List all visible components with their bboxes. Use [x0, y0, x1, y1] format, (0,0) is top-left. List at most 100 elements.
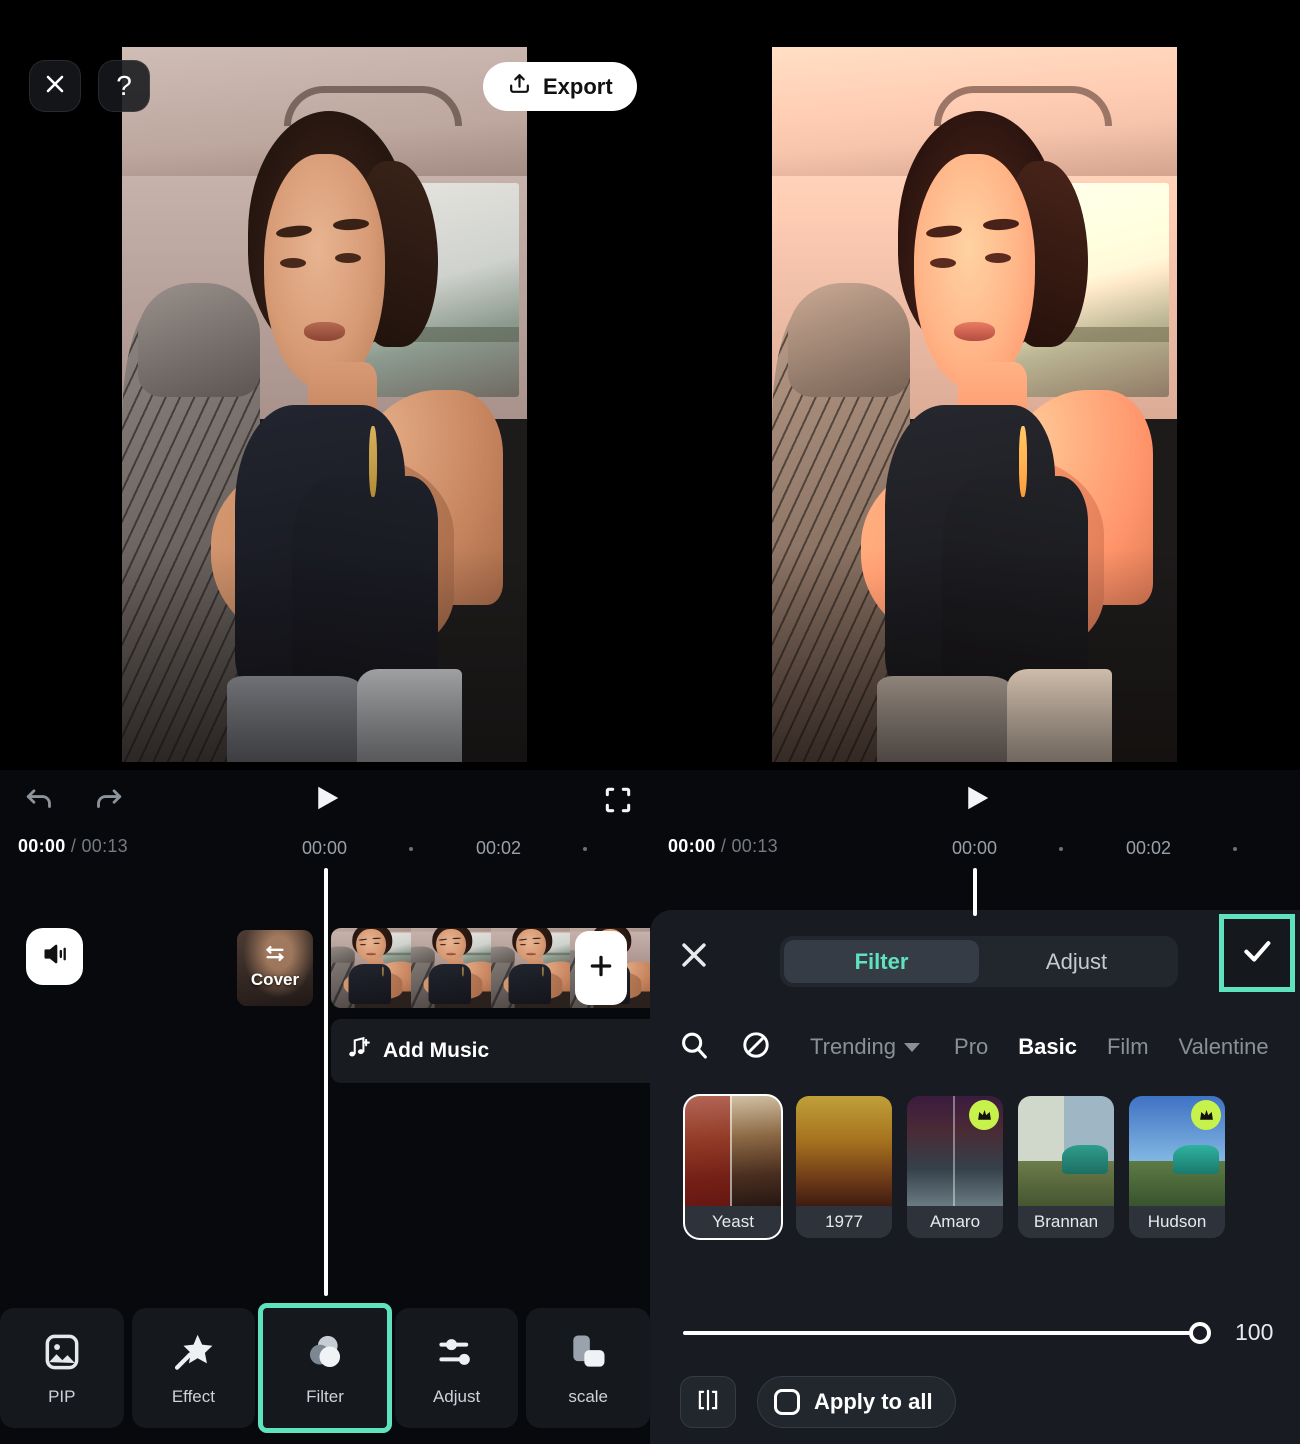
volume-button[interactable] [26, 928, 83, 985]
video-frame-filtered [772, 47, 1177, 762]
tool-label: scale [568, 1387, 609, 1406]
tool-label: Filter [306, 1387, 344, 1406]
redo-button[interactable] [90, 781, 124, 820]
search-button[interactable] [678, 1029, 710, 1066]
category-basic[interactable]: Basic [1018, 1034, 1077, 1060]
undo-icon [24, 789, 58, 819]
filter-name: Hudson [1129, 1206, 1225, 1238]
slider-track[interactable] [683, 1331, 1201, 1335]
timeline-ruler-left[interactable]: 00:00 / 00:13 00:00 00:02 [0, 836, 650, 868]
music-note-icon [345, 1035, 371, 1067]
filter-card-1977[interactable]: 1977 [796, 1096, 892, 1238]
category-valentine[interactable]: Valentine [1179, 1034, 1269, 1060]
time-display-left: 00:00 / 00:13 [18, 836, 128, 856]
clip-frame [331, 928, 411, 1008]
category-film[interactable]: Film [1107, 1034, 1149, 1060]
filter-preview-image [1018, 1096, 1114, 1208]
tab-adjust[interactable]: Adjust [979, 940, 1174, 983]
filter-card-hudson[interactable]: Hudson [1129, 1096, 1225, 1238]
ruler-tick-dot [1059, 847, 1063, 851]
filter-name: Amaro [907, 1206, 1003, 1238]
tool-effect[interactable]: Effect [131, 1308, 256, 1428]
play-button-original[interactable] [312, 782, 342, 819]
ruler-tick-label: 00:02 [476, 838, 522, 858]
fullscreen-button[interactable] [602, 784, 634, 821]
filter-name: Brannan [1018, 1206, 1114, 1238]
filter-card-yeast[interactable]: Yeast [683, 1094, 783, 1240]
panel-tabs: Filter Adjust [780, 936, 1178, 987]
play-button-filtered[interactable] [962, 782, 992, 819]
tool-label: Adjust [432, 1387, 481, 1406]
filter-categories: Trending Pro Basic Film Valentine [650, 1018, 1300, 1076]
compare-button[interactable] [680, 1376, 736, 1428]
tool-pip[interactable]: PIP [0, 1308, 124, 1428]
ruler-tick-label: 00:00 [302, 838, 348, 858]
tool-filter[interactable]: Filter [258, 1303, 392, 1433]
filter-name: Yeast [685, 1206, 781, 1238]
export-label: Export [543, 73, 613, 99]
tab-filter[interactable]: Filter [784, 940, 979, 983]
filter-card-brannan[interactable]: Brannan [1018, 1096, 1114, 1238]
upload-icon [507, 71, 532, 102]
help-button[interactable]: ? [98, 60, 150, 112]
search-icon [678, 1029, 710, 1066]
category-label: Trending [810, 1034, 897, 1059]
add-clip-button[interactable] [575, 931, 627, 1005]
compare-split-icon [695, 1387, 721, 1418]
apply-to-all-checkbox[interactable] [774, 1389, 800, 1415]
no-filter-button[interactable] [740, 1029, 772, 1066]
filter-circles-icon [303, 1329, 347, 1375]
pro-crown-icon [1191, 1100, 1221, 1130]
filter-panel: Filter Adjust Trending Pro Basic Film Va… [650, 910, 1300, 1444]
apply-to-all-button[interactable]: Apply to all [757, 1376, 956, 1428]
pro-crown-icon [969, 1100, 999, 1130]
add-music-track[interactable]: Add Music [331, 1019, 650, 1083]
filter-card-amaro[interactable]: Amaro [907, 1096, 1003, 1238]
filter-preview-image [685, 1096, 781, 1208]
bottom-toolbar: PIP Effect Filter Adjust scale [0, 1302, 650, 1444]
filter-preview-image [796, 1096, 892, 1208]
panel-close-button[interactable] [677, 938, 711, 977]
cover-thumbnail[interactable]: Cover [237, 930, 313, 1006]
video-editor-screen: ? Export 00:00 / 00:13 00:00 00:02 00:00… [0, 0, 1300, 1444]
fullscreen-icon [602, 787, 634, 820]
help-icon: ? [116, 70, 132, 101]
no-filter-icon [740, 1029, 772, 1066]
close-editor-button[interactable] [29, 60, 81, 112]
close-icon [43, 72, 67, 101]
playhead-right[interactable] [973, 868, 977, 916]
category-trending[interactable]: Trending [810, 1034, 921, 1060]
preview-filtered[interactable] [772, 47, 1177, 762]
clip-frame [490, 928, 571, 1008]
confirm-button[interactable] [1219, 914, 1295, 992]
volume-icon [41, 940, 69, 973]
filter-list: Yeast 1977 Amaro Brannan Hudson [650, 1094, 1300, 1256]
tool-adjust[interactable]: Adjust [394, 1308, 519, 1428]
time-display-right: 00:00 / 00:13 [668, 836, 778, 856]
playhead-left[interactable] [324, 868, 328, 1296]
export-button[interactable]: Export [483, 62, 637, 111]
tool-scale[interactable]: scale [526, 1308, 650, 1428]
tool-label: PIP [48, 1387, 76, 1406]
add-music-label: Add Music [383, 1039, 490, 1062]
preview-original[interactable] [122, 47, 527, 762]
sliders-icon [435, 1329, 479, 1375]
clip-frame [410, 928, 491, 1008]
apply-to-all-label: Apply to all [814, 1389, 933, 1414]
category-pro[interactable]: Pro [954, 1034, 988, 1060]
cover-swap-icon [264, 942, 286, 969]
tool-label: Effect [171, 1387, 215, 1406]
chevron-down-icon [904, 1042, 921, 1052]
scale-shapes-icon [566, 1329, 610, 1375]
pip-image-icon [40, 1329, 84, 1375]
ruler-tick-dot [409, 847, 413, 851]
filter-intensity-slider[interactable]: 100 [650, 1310, 1300, 1356]
ruler-tick-dot [1233, 847, 1237, 851]
magic-wand-icon [171, 1329, 215, 1375]
timeline-ruler-right[interactable]: 00:00 / 00:13 00:00 00:02 [650, 836, 1300, 868]
plus-icon [588, 953, 614, 984]
slider-thumb[interactable] [1189, 1322, 1211, 1344]
undo-button[interactable] [24, 781, 58, 820]
preview-area: ? Export [0, 0, 1300, 770]
check-icon [1240, 934, 1274, 973]
